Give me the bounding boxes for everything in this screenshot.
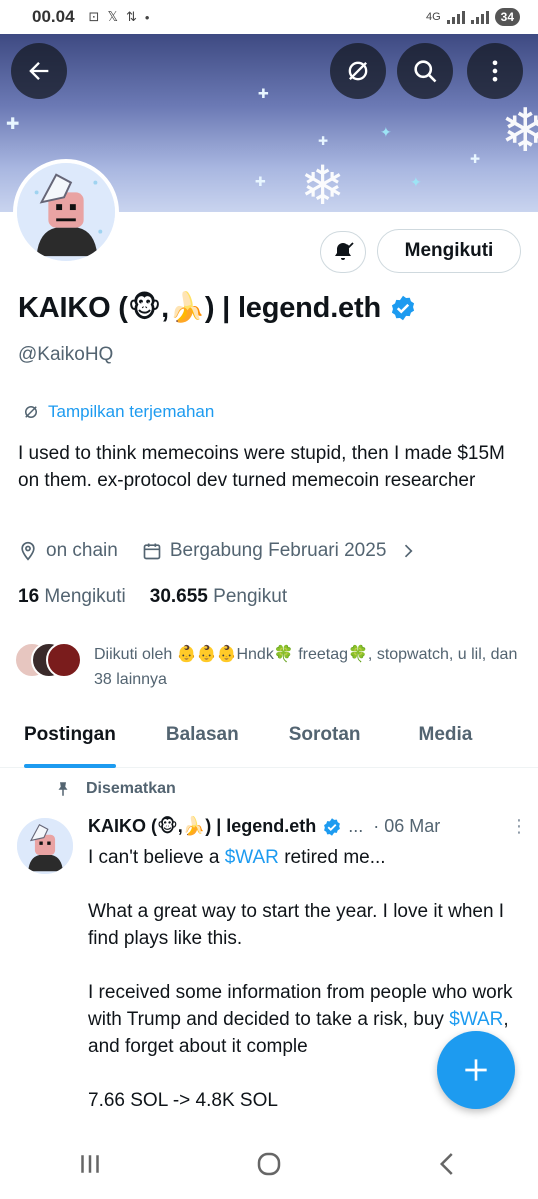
profile-name: KAIKO (🐵,🍌) | legend.eth <box>18 292 381 324</box>
status-bar: 00.04 ⊡ 𝕏 ⇅ • 4G 34 <box>0 0 538 34</box>
post-header: KAIKO (🐵,🍌) | legend.eth ... · 06 Mar ⋮ <box>88 816 528 837</box>
plus-icon <box>465 1059 487 1081</box>
recent-apps-icon[interactable] <box>75 1149 105 1179</box>
pinned-indicator: Disematkan <box>54 780 176 798</box>
translate-button[interactable] <box>330 43 386 99</box>
system-nav-bar <box>0 1129 538 1199</box>
sparkle-icon: ✚ <box>6 116 20 133</box>
following-count: 16 <box>18 586 40 607</box>
profile-avatar[interactable] <box>13 159 119 265</box>
translate-slash-icon <box>348 61 368 81</box>
cashtag-link[interactable]: $WAR <box>449 1009 503 1030</box>
show-translation-label: Tampilkan terjemahan <box>48 402 215 421</box>
more-vertical-icon <box>492 60 498 82</box>
tab-highlights[interactable]: Sorotan <box>289 712 361 767</box>
profile-meta: on chain Bergabung Februari 2025 <box>18 540 418 562</box>
avatar-image <box>17 818 73 874</box>
notification-icons: ⊡ 𝕏 ⇅ • <box>89 9 150 25</box>
pinned-label: Disematkan <box>86 780 176 797</box>
x-app-icon: 𝕏 <box>107 9 118 24</box>
following-label: Mengikuti <box>44 586 126 607</box>
snowflake-icon: ❄ <box>300 156 346 212</box>
bell-check-icon <box>335 242 354 260</box>
post-more-icon[interactable]: ⋮ <box>510 816 528 837</box>
post-text: retired me... <box>278 847 386 868</box>
followers-stat[interactable]: 30.655 Pengikut <box>150 586 287 608</box>
post-paragraph: What a great way to start the year. I lo… <box>88 901 505 949</box>
post-author-avatar[interactable] <box>17 818 73 874</box>
sparkle-icon: ✚ <box>258 86 269 101</box>
tab-media[interactable]: Media <box>419 712 473 767</box>
profile-tabs: Postingan Balasan Sorotan Media <box>0 712 538 768</box>
profile-joined-date: Bergabung Februari 2025 <box>169 540 387 561</box>
follower-avatar <box>46 642 82 678</box>
follower-avatars <box>14 642 84 678</box>
sparkle-icon: ✦ <box>410 174 422 190</box>
pin-icon <box>58 782 68 796</box>
followers-count: 30.655 <box>149 586 208 607</box>
battery-indicator: 34 <box>494 8 520 26</box>
screenshot-icon: ⊡ <box>88 9 100 24</box>
avatar-image <box>17 163 115 261</box>
snowflake-icon: ❄ <box>500 97 538 164</box>
sync-icon: ⇅ <box>125 9 137 24</box>
network-label: 4G <box>425 11 441 23</box>
sparkle-icon: ✦ <box>380 124 392 140</box>
dot-icon: • <box>144 9 150 25</box>
location-pin-icon <box>21 541 35 561</box>
followed-by-text: Diikuti oleh 👶👶👶Hndk🍀 freetag🍀, stopwatc… <box>94 646 518 688</box>
sparkle-icon: ✚ <box>470 152 481 166</box>
sparkle-icon: ✚ <box>255 174 266 189</box>
translate-icon <box>25 406 37 418</box>
notifications-bell-button[interactable] <box>320 231 366 273</box>
search-button[interactable] <box>397 43 453 99</box>
signal-icon-2 <box>470 10 489 24</box>
back-button[interactable] <box>11 43 67 99</box>
profile-bio: I used to think memecoins were stupid, t… <box>18 443 505 491</box>
signal-icon <box>446 10 465 24</box>
followed-by-section[interactable]: Diikuti oleh 👶👶👶Hndk🍀 freetag🍀, stopwatc… <box>14 642 522 692</box>
post-author-truncation: ... <box>348 816 364 836</box>
profile-location: on chain <box>46 540 118 561</box>
tab-replies[interactable]: Balasan <box>166 712 239 767</box>
back-nav-icon[interactable] <box>433 1149 463 1179</box>
cashtag-link[interactable]: $WAR <box>225 847 279 868</box>
profile-name-row: KAIKO (🐵,🍌) | legend.eth <box>18 290 417 325</box>
status-right: 4G 34 <box>426 8 520 26</box>
sparkle-icon: ✚ <box>318 134 329 148</box>
follow-stats: 16 Mengikuti 30.655 Pengikut <box>18 586 287 608</box>
home-icon[interactable] <box>254 1149 284 1179</box>
post-text: I can't believe a <box>88 847 225 868</box>
calendar-icon <box>143 543 161 560</box>
post-paragraph: I can't believe a $WAR retired me... <box>88 844 528 871</box>
profile-handle: @KaikoHQ <box>18 344 114 365</box>
post-author-name[interactable]: KAIKO (🐵,🍌) | legend.eth <box>88 816 316 837</box>
status-time: 00.04 <box>32 7 75 26</box>
tab-posts[interactable]: Postingan <box>24 712 116 768</box>
show-translation-link[interactable]: Tampilkan terjemahan <box>22 402 214 422</box>
search-icon <box>414 60 437 83</box>
arrow-left-icon <box>29 62 49 80</box>
chevron-right-icon[interactable] <box>398 541 418 561</box>
followers-label: Pengikut <box>213 586 288 607</box>
following-button[interactable]: Mengikuti <box>377 229 521 273</box>
following-stat[interactable]: 16 Mengikuti <box>18 586 126 608</box>
verified-badge-icon <box>391 295 415 320</box>
more-button[interactable] <box>467 43 523 99</box>
verified-badge-icon <box>324 817 341 836</box>
post-date[interactable]: · 06 Mar <box>373 816 440 837</box>
compose-button[interactable] <box>437 1031 515 1109</box>
